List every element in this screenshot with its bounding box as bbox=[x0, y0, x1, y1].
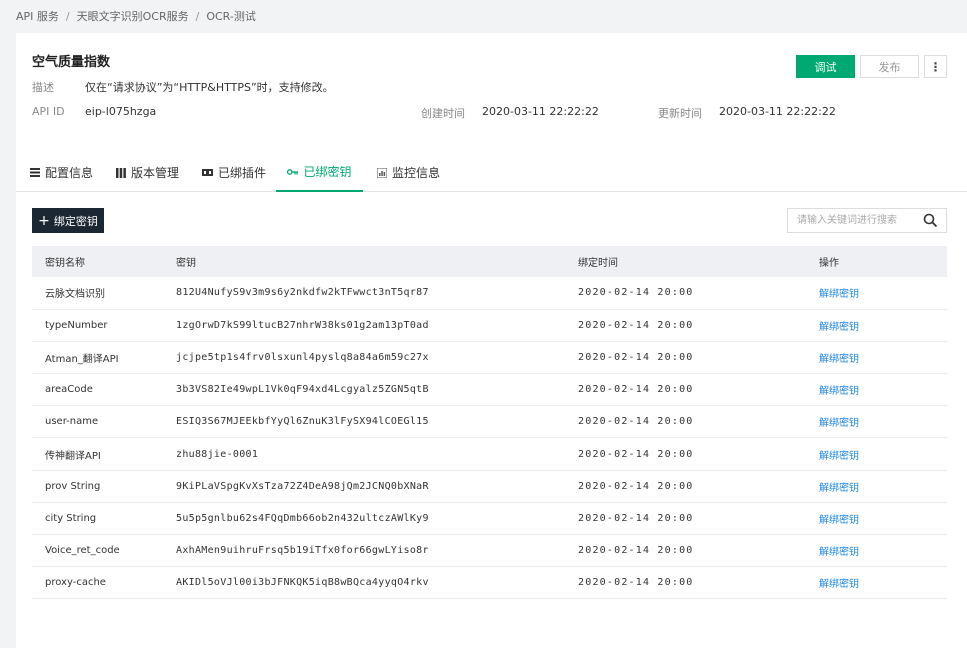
tab-label: 版本管理 bbox=[131, 166, 180, 180]
created-label: 创建时间 bbox=[421, 107, 465, 120]
key-value-cell: AxhAMen9uihruFrsq5b19iTfx0for66gwLYiso8r bbox=[176, 545, 429, 557]
chart-icon bbox=[377, 167, 387, 178]
tab-monitoring-info[interactable]: 监控信息 bbox=[377, 153, 440, 192]
unbind-key-link[interactable]: 解绑密钥 bbox=[806, 277, 947, 309]
key-value-cell: AKIDl5oVJl00i3bJFNKQK5iqB8wBQca4yyqO4rkv bbox=[176, 577, 429, 589]
tab-bar: 配置信息 版本管理 已绑插件 已绑密钥 监控信息 bbox=[16, 153, 967, 192]
unbind-key-link[interactable]: 解绑密钥 bbox=[806, 374, 947, 406]
table-row: prov String 9KiPLaVSpgKvXsTza72Z4DeA98jQ… bbox=[32, 470, 947, 503]
unbind-key-link[interactable]: 解绑密钥 bbox=[806, 309, 947, 341]
tab-label: 监控信息 bbox=[392, 166, 441, 180]
bind-time-cell: 2020-02-14 20:00 bbox=[578, 512, 694, 524]
tab-config-info[interactable]: 配置信息 bbox=[30, 153, 93, 192]
key-value-cell: 9KiPLaVSpgKvXsTza72Z4DeA98jQm2JCNQ0bXNaR bbox=[176, 480, 429, 492]
key-name-cell: proxy-cache bbox=[45, 577, 106, 589]
table-row: 传神翻译API zhu88jie-0001 2020-02-14 20:00 解… bbox=[32, 438, 947, 471]
updated-value: 2020-03-11 22:22:22 bbox=[719, 105, 836, 118]
unbind-key-link[interactable]: 解绑密钥 bbox=[806, 470, 947, 502]
key-value-cell: 1zgOrwD7kS99ltucB27nhrW38ks01g2am13pT0ad bbox=[176, 319, 429, 331]
tab-bound-keys[interactable]: 已绑密钥 bbox=[276, 153, 363, 192]
updated-label: 更新时间 bbox=[658, 107, 702, 120]
column-header-key-name: 密钥名称 bbox=[45, 258, 85, 269]
key-value-cell: 5u5p5gnlbu62s4FQqDmb66ob2n432ultczAWlKy9 bbox=[176, 512, 429, 524]
key-icon bbox=[287, 168, 299, 176]
unbind-key-link[interactable]: 解绑密钥 bbox=[806, 341, 947, 373]
key-name-cell: Voice_ret_code bbox=[45, 545, 120, 557]
bind-key-label: 绑定密钥 bbox=[53, 214, 98, 228]
key-value-cell: jcjpe5tp1s4frv0lsxunl4pyslq8a84a6m59c27x bbox=[176, 351, 429, 363]
columns-icon bbox=[116, 167, 126, 178]
column-header-bind-time: 绑定时间 bbox=[578, 258, 618, 269]
search-input[interactable] bbox=[788, 209, 918, 232]
table-row: Voice_ret_code AxhAMen9uihruFrsq5b19iTfx… bbox=[32, 535, 947, 567]
debug-button[interactable]: 调试 bbox=[796, 55, 855, 78]
table-header-row: 密钥名称 密钥 绑定时间 操作 bbox=[32, 246, 947, 277]
table-row: user-name ESIQ3S67MJEEkbfYyQl6ZnuK3lFySX… bbox=[32, 406, 947, 438]
bind-time-cell: 2020-02-14 20:00 bbox=[578, 577, 694, 589]
tab-label: 已绑插件 bbox=[218, 166, 267, 180]
key-name-cell: 传神翻译API bbox=[45, 450, 101, 462]
key-name-cell: user-name bbox=[45, 416, 99, 428]
key-name-cell: city String bbox=[45, 512, 97, 524]
bind-time-cell: 2020-02-14 20:00 bbox=[578, 319, 694, 331]
tab-bound-plugins[interactable]: 已绑插件 bbox=[202, 153, 266, 192]
bind-time-cell: 2020-02-14 20:00 bbox=[578, 416, 694, 428]
breadcrumb-item-api-service[interactable]: API 服务 bbox=[16, 8, 59, 24]
api-detail-card: 空气质量指数 描述 仅在“请求协议”为“HTTP&HTTPS”时，支持修改。 A… bbox=[16, 33, 967, 648]
desc-label: 描述 bbox=[32, 81, 54, 94]
key-value-cell: ESIQ3S67MJEEkbfYyQl6ZnuK3lFySX94lCOEGl15 bbox=[176, 416, 429, 428]
bind-time-cell: 2020-02-14 20:00 bbox=[578, 351, 694, 363]
search-icon[interactable] bbox=[923, 213, 938, 231]
table-row: proxy-cache AKIDl5oVJl00i3bJFNKQK5iqB8wB… bbox=[32, 567, 947, 599]
bind-time-cell: 2020-02-14 20:00 bbox=[578, 545, 694, 557]
plugin-icon bbox=[202, 168, 213, 177]
table-row: typeNumber 1zgOrwD7kS99ltucB27nhrW38ks01… bbox=[32, 309, 947, 342]
bind-time-cell: 2020-02-14 20:00 bbox=[578, 287, 694, 299]
tab-label: 配置信息 bbox=[45, 166, 94, 180]
bind-time-cell: 2020-02-14 20:00 bbox=[578, 480, 694, 492]
desc-value: 仅在“请求协议”为“HTTP&HTTPS”时，支持修改。 bbox=[85, 81, 334, 94]
created-value: 2020-03-11 22:22:22 bbox=[482, 105, 599, 118]
table-row: areaCode 3b3VS82Ie49wpL1Vk0qF94xd4Lcgyal… bbox=[32, 374, 947, 406]
tab-label: 已绑密钥 bbox=[303, 165, 352, 179]
breadcrumb-item-current: OCR-测试 bbox=[206, 10, 256, 23]
bind-time-cell: 2020-02-14 20:00 bbox=[578, 384, 694, 396]
key-value-cell: 3b3VS82Ie49wpL1Vk0qF94xd4Lcgyalz5ZGN5qtB bbox=[176, 384, 429, 396]
search-box bbox=[787, 208, 947, 233]
table-row: Atman_翻译API jcjpe5tp1s4frv0lsxunl4pyslq8… bbox=[32, 341, 947, 374]
key-value-cell: zhu88jie-0001 bbox=[176, 448, 259, 460]
column-header-key: 密钥 bbox=[176, 258, 196, 269]
key-name-cell: typeNumber bbox=[45, 319, 108, 331]
keys-table: 密钥名称 密钥 绑定时间 操作 云脉文档识别 812U4NufyS9v3m9s6… bbox=[32, 246, 947, 599]
key-name-cell: 云脉文档识别 bbox=[45, 289, 105, 301]
breadcrumb-separator: / bbox=[195, 9, 200, 23]
page-title: 空气质量指数 bbox=[32, 55, 111, 70]
key-value-cell: 812U4NufyS9v3m9s6y2nkdfw2kTFwwct3nT5qr87 bbox=[176, 287, 429, 299]
more-actions-button[interactable]: ⋮ bbox=[924, 55, 947, 78]
plus-icon: + bbox=[38, 212, 50, 229]
list-icon bbox=[30, 168, 40, 177]
bind-key-button[interactable]: + 绑定密钥 bbox=[32, 208, 104, 233]
key-name-cell: Atman_翻译API bbox=[45, 353, 119, 365]
publish-button[interactable]: 发布 bbox=[860, 55, 919, 78]
key-name-cell: prov String bbox=[45, 480, 101, 492]
unbind-key-link[interactable]: 解绑密钥 bbox=[806, 502, 947, 534]
unbind-key-link[interactable]: 解绑密钥 bbox=[806, 406, 947, 438]
unbind-key-link[interactable]: 解绑密钥 bbox=[806, 535, 947, 567]
breadcrumb: API 服务 / 天眼文字识别OCR服务 / OCR-测试 bbox=[16, 8, 256, 24]
bind-time-cell: 2020-02-14 20:00 bbox=[578, 448, 694, 460]
api-id-label: API ID bbox=[32, 105, 65, 118]
column-header-actions: 操作 bbox=[819, 258, 839, 269]
more-vertical-icon: ⋮ bbox=[929, 59, 942, 74]
unbind-key-link[interactable]: 解绑密钥 bbox=[806, 567, 947, 599]
table-row: city String 5u5p5gnlbu62s4FQqDmb66ob2n43… bbox=[32, 502, 947, 535]
table-row: 云脉文档识别 812U4NufyS9v3m9s6y2nkdfw2kTFwwct3… bbox=[32, 277, 947, 310]
unbind-key-link[interactable]: 解绑密钥 bbox=[806, 438, 947, 470]
breadcrumb-item-ocr-service[interactable]: 天眼文字识别OCR服务 bbox=[77, 8, 189, 24]
breadcrumb-separator: / bbox=[65, 9, 70, 23]
api-id-value: eip-l075hzga bbox=[85, 105, 157, 118]
key-name-cell: areaCode bbox=[45, 384, 93, 396]
tab-version-management[interactable]: 版本管理 bbox=[116, 153, 179, 192]
